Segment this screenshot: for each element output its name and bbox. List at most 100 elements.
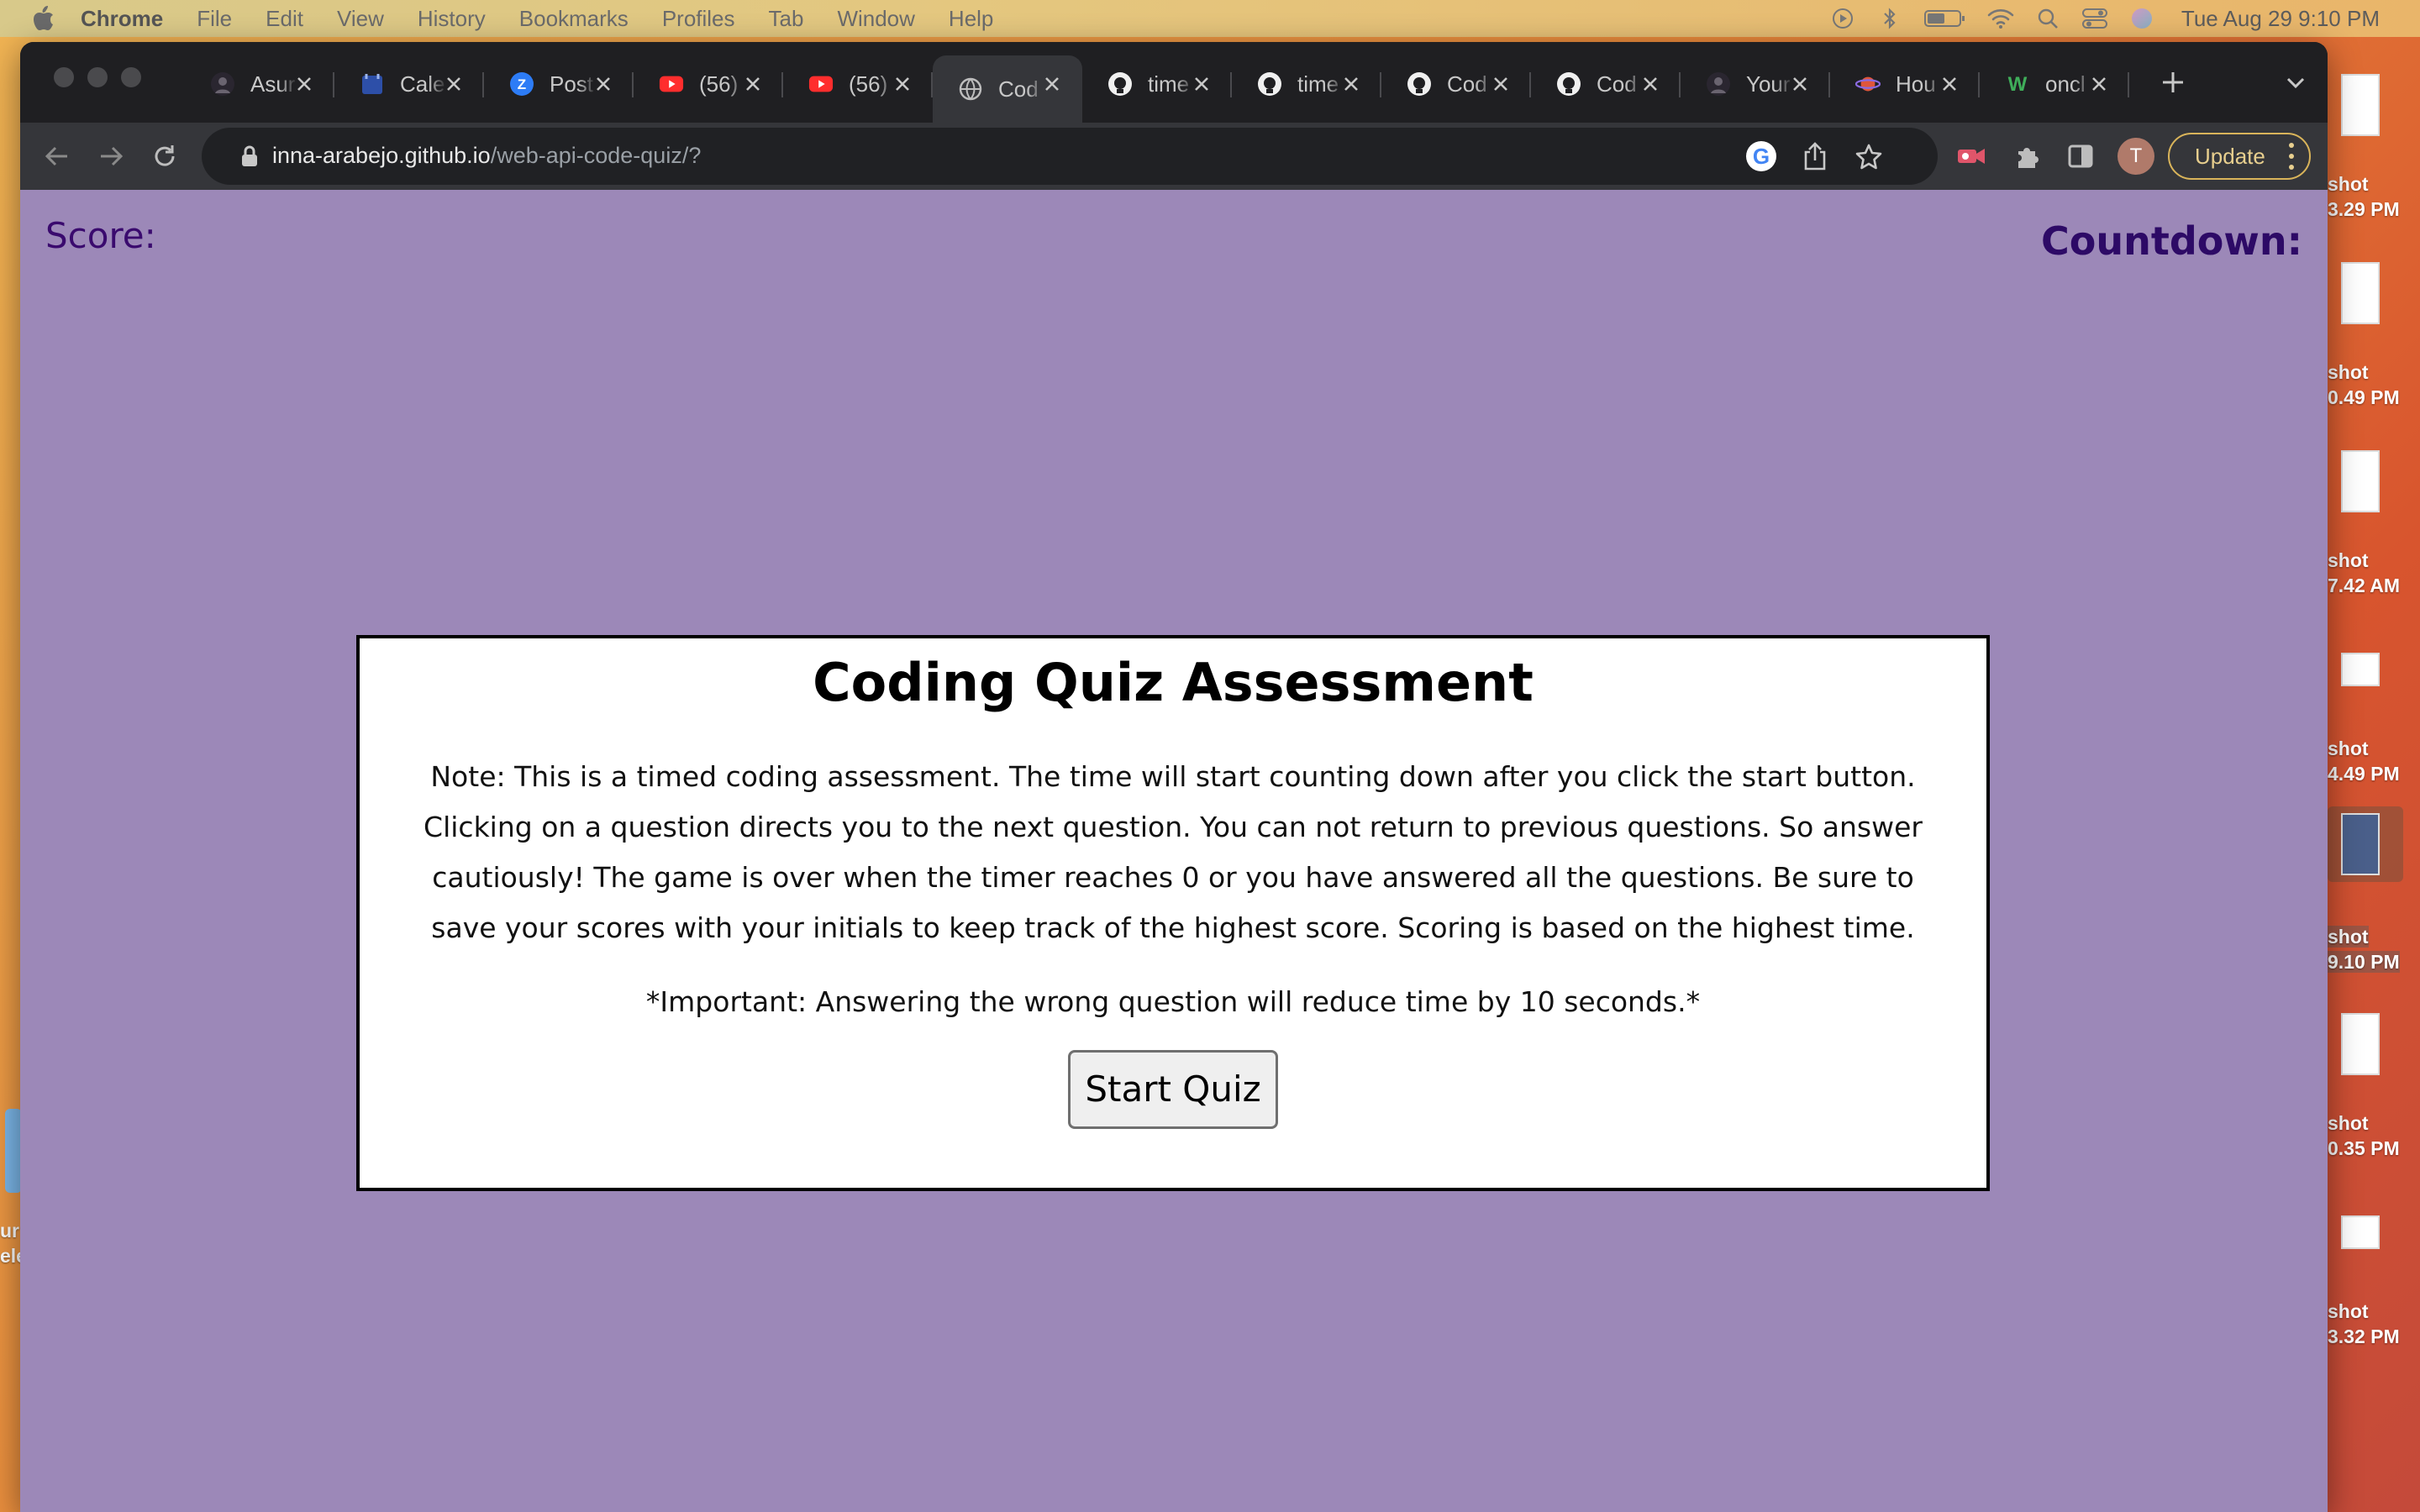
window-minimize-button[interactable] xyxy=(87,67,108,87)
desktop-app-icon-fragment[interactable] xyxy=(5,1109,22,1193)
play-circle-icon[interactable] xyxy=(1828,7,1857,30)
apple-menu-icon[interactable] xyxy=(32,6,55,31)
tab[interactable]: Your xyxy=(1681,55,1830,113)
quiz-title: Coding Quiz Assessment xyxy=(813,652,1534,713)
tab-title: Your xyxy=(1746,71,1791,97)
menu-edit[interactable]: Edit xyxy=(266,6,303,32)
tab-close-icon[interactable] xyxy=(891,72,914,96)
back-arrow-icon[interactable] xyxy=(39,138,76,175)
calendar-icon xyxy=(360,71,385,97)
menu-bar-clock[interactable]: Tue Aug 29 9:10 PM xyxy=(2181,6,2380,32)
tab-title: Cod xyxy=(1447,71,1487,97)
reload-icon[interactable] xyxy=(146,138,183,175)
file-thumbnail-icon xyxy=(2328,67,2403,143)
file-thumbnail-icon xyxy=(2328,632,2403,707)
tab-close-icon[interactable] xyxy=(1938,72,1961,96)
page-viewport: Score: Countdown: Coding Quiz Assessment… xyxy=(20,190,2328,1512)
desktop-fragment-line1: ur xyxy=(0,1220,19,1242)
forward-arrow-icon[interactable] xyxy=(92,138,129,175)
tab[interactable]: Hou xyxy=(1830,55,1980,113)
window-zoom-button[interactable] xyxy=(121,67,141,87)
quiz-intro-card: Coding Quiz Assessment Note: This is a t… xyxy=(356,635,1990,1191)
siri-icon[interactable] xyxy=(2128,7,2156,30)
tab-close-icon[interactable] xyxy=(442,72,466,96)
tab-close-icon[interactable] xyxy=(2087,72,2111,96)
control-center-icon[interactable] xyxy=(2081,7,2109,30)
tab-separator xyxy=(2128,72,2129,97)
macos-menu-bar: Chrome File Edit View History Bookmarks … xyxy=(0,0,2420,37)
tab-close-icon[interactable] xyxy=(741,72,765,96)
tab[interactable]: Asur xyxy=(185,55,334,113)
tab[interactable]: time xyxy=(1232,55,1381,113)
tab[interactable]: Cale xyxy=(334,55,484,113)
menu-file[interactable]: File xyxy=(197,6,232,32)
tab-close-icon[interactable] xyxy=(1788,72,1812,96)
side-panel-icon[interactable] xyxy=(2062,138,2099,175)
tab-close-icon[interactable] xyxy=(1190,72,1213,96)
tab[interactable]: Cod xyxy=(1531,55,1681,113)
planet-icon xyxy=(1855,71,1881,97)
menu-tab[interactable]: Tab xyxy=(769,6,804,32)
new-tab-button[interactable] xyxy=(2154,64,2191,101)
browser-toolbar: inna-arabejo.github.io/web-api-code-quiz… xyxy=(20,123,2328,190)
menu-view[interactable]: View xyxy=(337,6,384,32)
spotlight-search-icon[interactable] xyxy=(2033,7,2062,30)
start-quiz-button[interactable]: Start Quiz xyxy=(1068,1050,1278,1129)
github-icon xyxy=(1107,71,1133,97)
tab-title: Cod xyxy=(1597,71,1637,97)
battery-icon[interactable] xyxy=(1923,7,1968,30)
tab-search-chevron-down-icon[interactable] xyxy=(2281,67,2311,97)
window-close-button[interactable] xyxy=(54,67,74,87)
tab-title: oncl xyxy=(2045,71,2086,97)
asurion-icon xyxy=(1706,71,1731,97)
svg-text:Z: Z xyxy=(518,76,526,92)
tab-close-icon[interactable] xyxy=(1489,72,1512,96)
tab-close-icon[interactable] xyxy=(1639,72,1662,96)
youtube-icon xyxy=(808,71,834,97)
lock-icon[interactable] xyxy=(240,144,260,168)
file-thumbnail-icon xyxy=(2328,1194,2403,1270)
tab[interactable]: time xyxy=(1082,55,1232,113)
tab-close-icon[interactable] xyxy=(592,72,615,96)
tab[interactable]: Woncl xyxy=(1980,55,2129,113)
update-button[interactable]: Update xyxy=(2168,133,2311,180)
share-icon[interactable] xyxy=(1798,139,1832,173)
tab[interactable]: (56) xyxy=(634,55,783,113)
menu-history[interactable]: History xyxy=(418,6,486,32)
menu-help[interactable]: Help xyxy=(949,6,993,32)
tab-title: Post xyxy=(550,71,594,97)
quiz-instructions: Note: This is a timed coding assessment.… xyxy=(424,760,1923,944)
wifi-icon[interactable] xyxy=(1986,7,2015,30)
google-lens-icon[interactable]: G xyxy=(1746,141,1776,171)
address-bar[interactable]: inna-arabejo.github.io/web-api-code-quiz… xyxy=(202,128,1938,185)
menu-profiles[interactable]: Profiles xyxy=(662,6,735,32)
menu-app-name[interactable]: Chrome xyxy=(81,6,163,32)
tab[interactable]: Z Post xyxy=(484,55,634,113)
tab-close-icon[interactable] xyxy=(1040,72,1064,96)
globe-icon xyxy=(958,76,983,102)
browser-window: Asur Cale Z Post (56) (56) Cod time time Cod Cod Yo… xyxy=(20,42,2328,1512)
tab-title: time xyxy=(1297,71,1339,97)
quiz-important-note: *Important: Answering the wrong question… xyxy=(645,985,1701,1018)
file-thumbnail-icon xyxy=(2328,255,2403,331)
desktop-file-label-fragment: ur ele xyxy=(0,1218,22,1277)
extensions-puzzle-icon[interactable] xyxy=(2008,138,2045,175)
svg-text:W: W xyxy=(2008,73,2028,96)
bookmark-star-icon[interactable] xyxy=(1852,139,1886,173)
w-icon: W xyxy=(2005,71,2030,97)
tab-active[interactable]: Cod xyxy=(933,55,1082,123)
tab[interactable]: Cod xyxy=(1381,55,1531,113)
menu-window[interactable]: Window xyxy=(837,6,914,32)
profile-avatar[interactable]: T xyxy=(2118,138,2154,175)
menu-bookmarks[interactable]: Bookmarks xyxy=(519,6,629,32)
bluetooth-icon[interactable] xyxy=(1876,7,1904,30)
tab-close-icon[interactable] xyxy=(292,72,316,96)
asurion-icon xyxy=(210,71,235,97)
tab[interactable]: (56) xyxy=(783,55,933,113)
tab-title: Cod xyxy=(998,76,1039,102)
url-text[interactable]: inna-arabejo.github.io/web-api-code-quiz… xyxy=(272,143,701,169)
screen-recorder-extension-icon[interactable] xyxy=(1953,138,1990,175)
zoom-icon: Z xyxy=(509,71,534,97)
countdown-label: Countdown: xyxy=(2040,218,2302,264)
tab-close-icon[interactable] xyxy=(1339,72,1363,96)
